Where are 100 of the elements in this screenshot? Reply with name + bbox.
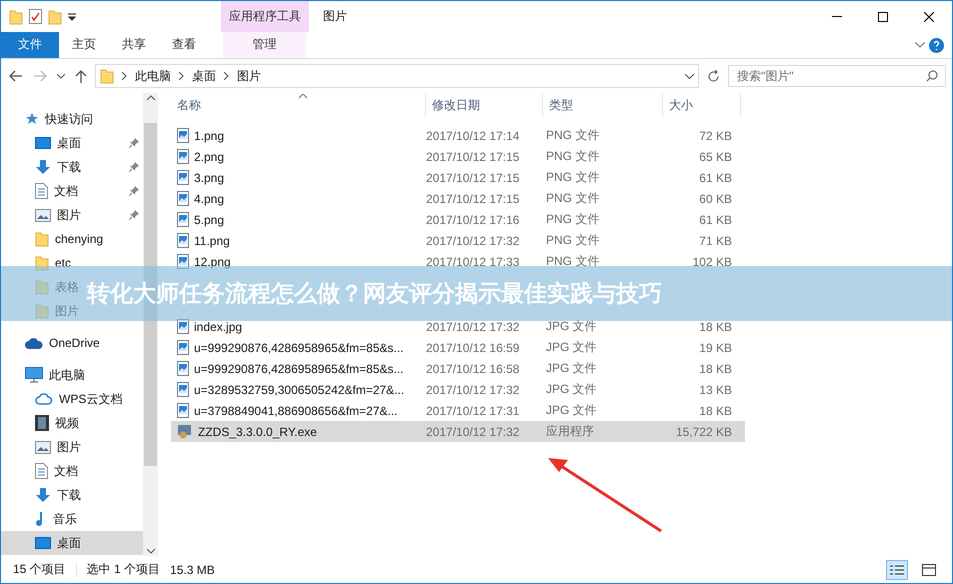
down-arrow-icon <box>35 159 51 175</box>
details-view-icon[interactable] <box>886 560 908 580</box>
ribbon-tab[interactable]: 查看 <box>159 32 209 58</box>
column-header[interactable]: 大小 <box>663 93 741 117</box>
nav-item[interactable]: 图片 <box>1 203 143 227</box>
file-type: PNG 文件 <box>546 190 600 207</box>
image-file-icon <box>177 403 189 418</box>
modified-date: 2017/10/12 17:15 <box>426 150 520 164</box>
file-name: 11.png <box>171 233 426 248</box>
image-file-icon <box>177 233 189 248</box>
nav-item[interactable]: 文档 <box>1 459 82 483</box>
nav-item[interactable]: 视频 <box>1 411 83 435</box>
ribbon-tab[interactable]: 管理 <box>223 32 306 58</box>
modified-date: 2017/10/12 17:15 <box>426 170 520 184</box>
file-row[interactable]: 3.png 2017/10/12 17:15 PNG 文件 61 KB <box>171 167 745 188</box>
file-type: PNG 文件 <box>546 169 600 186</box>
file-row[interactable]: u=3289532759,3006505242&fm=27&... 2017/10/12 17:32 JPG 文件 13 KB <box>171 379 745 400</box>
file-row[interactable]: 5.png 2017/10/12 17:16 PNG 文件 61 KB <box>171 209 745 230</box>
nav-item[interactable]: 图片 <box>1 435 85 459</box>
nav-item[interactable]: OneDrive <box>1 331 104 355</box>
file-row[interactable]: 4.png 2017/10/12 17:15 PNG 文件 60 KB <box>171 188 745 209</box>
nav-item[interactable]: 下载 <box>1 483 85 507</box>
chevron-icon <box>224 72 229 80</box>
file-size: 15,722 KB <box>674 424 733 438</box>
dropdown-caret-icon[interactable] <box>685 74 694 78</box>
modified-date: 2017/10/12 16:59 <box>426 340 520 354</box>
back-icon[interactable] <box>7 70 25 82</box>
nav-item[interactable]: 音乐 <box>1 507 81 531</box>
file-type: PNG 文件 <box>546 232 600 249</box>
nav-item[interactable]: 快速访问 <box>1 107 97 131</box>
breadcrumb[interactable]: 图片 <box>237 68 261 84</box>
image-file-icon <box>177 128 189 143</box>
file-row[interactable]: 2.png 2017/10/12 17:15 PNG 文件 65 KB <box>171 146 745 167</box>
file-type: JPG 文件 <box>546 339 598 356</box>
folder-icon <box>9 8 23 24</box>
file-size: 18 KB <box>698 362 733 376</box>
file-row[interactable]: 1.png 2017/10/12 17:14 PNG 文件 72 KB <box>171 125 745 146</box>
selection-size: 15.3 MB <box>170 562 215 576</box>
address-bar[interactable]: 此电脑 桌面 图片 <box>95 64 699 88</box>
ribbon-tab[interactable]: 文件 <box>1 32 59 58</box>
file-row[interactable]: u=999290876,4286958965&fm=85&s... 2017/10/12 16:58 JPG 文件 18 KB <box>171 358 745 379</box>
nav-item[interactable]: chenying <box>1 227 108 251</box>
chevron-icon <box>179 72 184 80</box>
file-type: 应用程序 <box>546 423 595 440</box>
file-size: 18 KB <box>698 404 733 418</box>
file-row[interactable]: 11.png 2017/10/12 17:32 PNG 文件 71 KB <box>171 230 745 251</box>
nav-item[interactable]: etc <box>1 251 76 275</box>
nav-item[interactable]: 此电脑 <box>1 363 89 387</box>
scroll-down-icon[interactable] <box>146 546 154 556</box>
nav-item[interactable]: WPS云文档 <box>1 387 126 411</box>
file-row[interactable]: u=999290876,4286958965&fm=85&s... 2017/10/12 16:59 JPG 文件 19 KB <box>171 337 745 358</box>
search-field[interactable]: 搜索"图片" <box>728 65 946 87</box>
properties-icon[interactable] <box>29 9 42 24</box>
pin-icon <box>129 210 139 220</box>
nav-item[interactable]: 下载 <box>1 155 143 179</box>
file-name: u=999290876,4286958965&fm=85&s... <box>171 340 426 355</box>
folder-icon <box>35 303 49 319</box>
nav-item[interactable]: 桌面 <box>1 531 143 555</box>
nav-item[interactable]: 桌面 <box>1 131 143 155</box>
folder-icon <box>48 8 62 24</box>
search-icon <box>926 70 938 82</box>
modified-date: 2017/10/12 17:15 <box>426 192 520 206</box>
file-row[interactable]: ZZDS_3.3.0.0_RY.exe 2017/10/12 17:32 应用程序 15,722 KB <box>171 421 745 442</box>
picture-icon <box>35 208 51 222</box>
file-name: 5.png <box>171 212 426 227</box>
breadcrumb[interactable]: 桌面 <box>192 68 216 84</box>
image-file-icon <box>177 149 189 164</box>
column-header[interactable]: 修改日期 <box>426 93 543 117</box>
column-header[interactable]: 名称 <box>171 93 426 117</box>
ribbon-tab[interactable]: 主页 <box>59 32 109 58</box>
down-arrow-icon <box>35 487 51 503</box>
file-row[interactable]: index.jpg 2017/10/12 17:32 JPG 文件 18 KB <box>171 316 745 337</box>
column-header[interactable]: 类型 <box>543 93 663 117</box>
up-arrow-icon[interactable] <box>73 69 89 83</box>
file-size: 19 KB <box>698 340 733 354</box>
recent-caret-icon[interactable] <box>55 74 67 78</box>
file-type: PNG 文件 <box>546 148 600 165</box>
ribbon-tab[interactable]: 共享 <box>109 32 159 58</box>
file-size: 65 KB <box>698 150 733 164</box>
breadcrumb[interactable]: 此电脑 <box>135 68 171 84</box>
file-name: 2.png <box>171 149 426 164</box>
modified-date: 2017/10/12 16:58 <box>426 362 520 376</box>
modified-date: 2017/10/12 17:33 <box>426 254 520 268</box>
file-name: 4.png <box>171 191 426 206</box>
document-icon <box>35 463 48 479</box>
nav-item[interactable]: 文档 <box>1 179 143 203</box>
file-name: 1.png <box>171 128 426 143</box>
file-row[interactable]: u=3798849041,886908656&fm=27&... 2017/10/12 17:31 JPG 文件 18 KB <box>171 400 745 421</box>
image-file-icon <box>177 340 189 355</box>
image-file-icon <box>177 254 189 269</box>
file-name: 3.png <box>171 170 426 185</box>
file-size: 71 KB <box>698 234 733 248</box>
dropdown-icon[interactable] <box>68 12 76 20</box>
maximize-icon[interactable] <box>878 12 888 22</box>
file-row[interactable]: 12.png 2017/10/12 17:33 PNG 文件 102 KB <box>171 251 745 272</box>
modified-date: 2017/10/12 17:32 <box>426 382 520 396</box>
close-icon[interactable] <box>924 12 934 22</box>
scroll-up-icon[interactable] <box>146 93 154 103</box>
document-icon <box>35 183 48 199</box>
file-type: PNG 文件 <box>546 253 600 270</box>
